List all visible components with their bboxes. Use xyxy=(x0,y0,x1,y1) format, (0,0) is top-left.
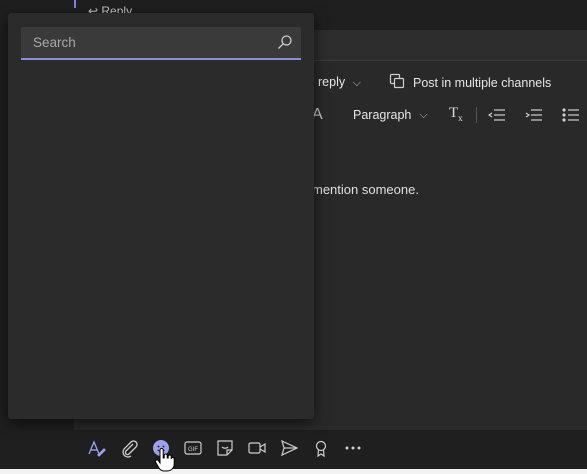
emoji-search-box xyxy=(21,27,301,60)
post-multiple-channels-label: Post in multiple channels xyxy=(413,75,552,90)
format-icon[interactable] xyxy=(86,438,106,458)
chevron-down-icon: ⌵ xyxy=(419,108,428,121)
meet-now-icon[interactable] xyxy=(247,438,267,458)
sticker-icon[interactable] xyxy=(215,438,235,458)
window-bottom-edge xyxy=(0,469,587,474)
send-icon[interactable] xyxy=(279,438,299,458)
reply-options-dropdown[interactable]: reply ⌵ xyxy=(318,75,361,90)
bulleted-list-icon[interactable] xyxy=(562,108,580,122)
thread-accent-bar xyxy=(74,0,76,8)
more-options-icon[interactable] xyxy=(343,438,363,458)
emoji-search-input[interactable] xyxy=(21,27,273,58)
post-multiple-channels-button[interactable]: Post in multiple channels xyxy=(389,73,551,92)
svg-text:GIF: GIF xyxy=(188,447,198,453)
attach-icon[interactable] xyxy=(119,438,139,458)
compose-actions-bar: GIF xyxy=(0,430,587,474)
search-icon[interactable] xyxy=(277,34,293,50)
paragraph-dropdown[interactable]: Paragraph ⌵ xyxy=(353,108,428,122)
decrease-indent-icon[interactable] xyxy=(487,108,506,122)
toolbar-divider xyxy=(476,107,477,123)
praise-icon[interactable] xyxy=(311,438,331,458)
increase-indent-icon[interactable] xyxy=(525,108,543,122)
clear-formatting-icon[interactable]: Tx xyxy=(449,105,463,123)
reply-options-label: reply xyxy=(318,75,346,89)
gif-icon[interactable]: GIF xyxy=(183,438,203,458)
hand-cursor-icon xyxy=(154,448,175,472)
emoji-picker-popup xyxy=(8,13,314,419)
paragraph-label: Paragraph xyxy=(353,108,412,122)
message-placeholder[interactable]: mention someone. xyxy=(312,182,419,197)
chevron-down-icon: ⌵ xyxy=(352,77,361,89)
multiple-channels-icon xyxy=(389,73,405,92)
